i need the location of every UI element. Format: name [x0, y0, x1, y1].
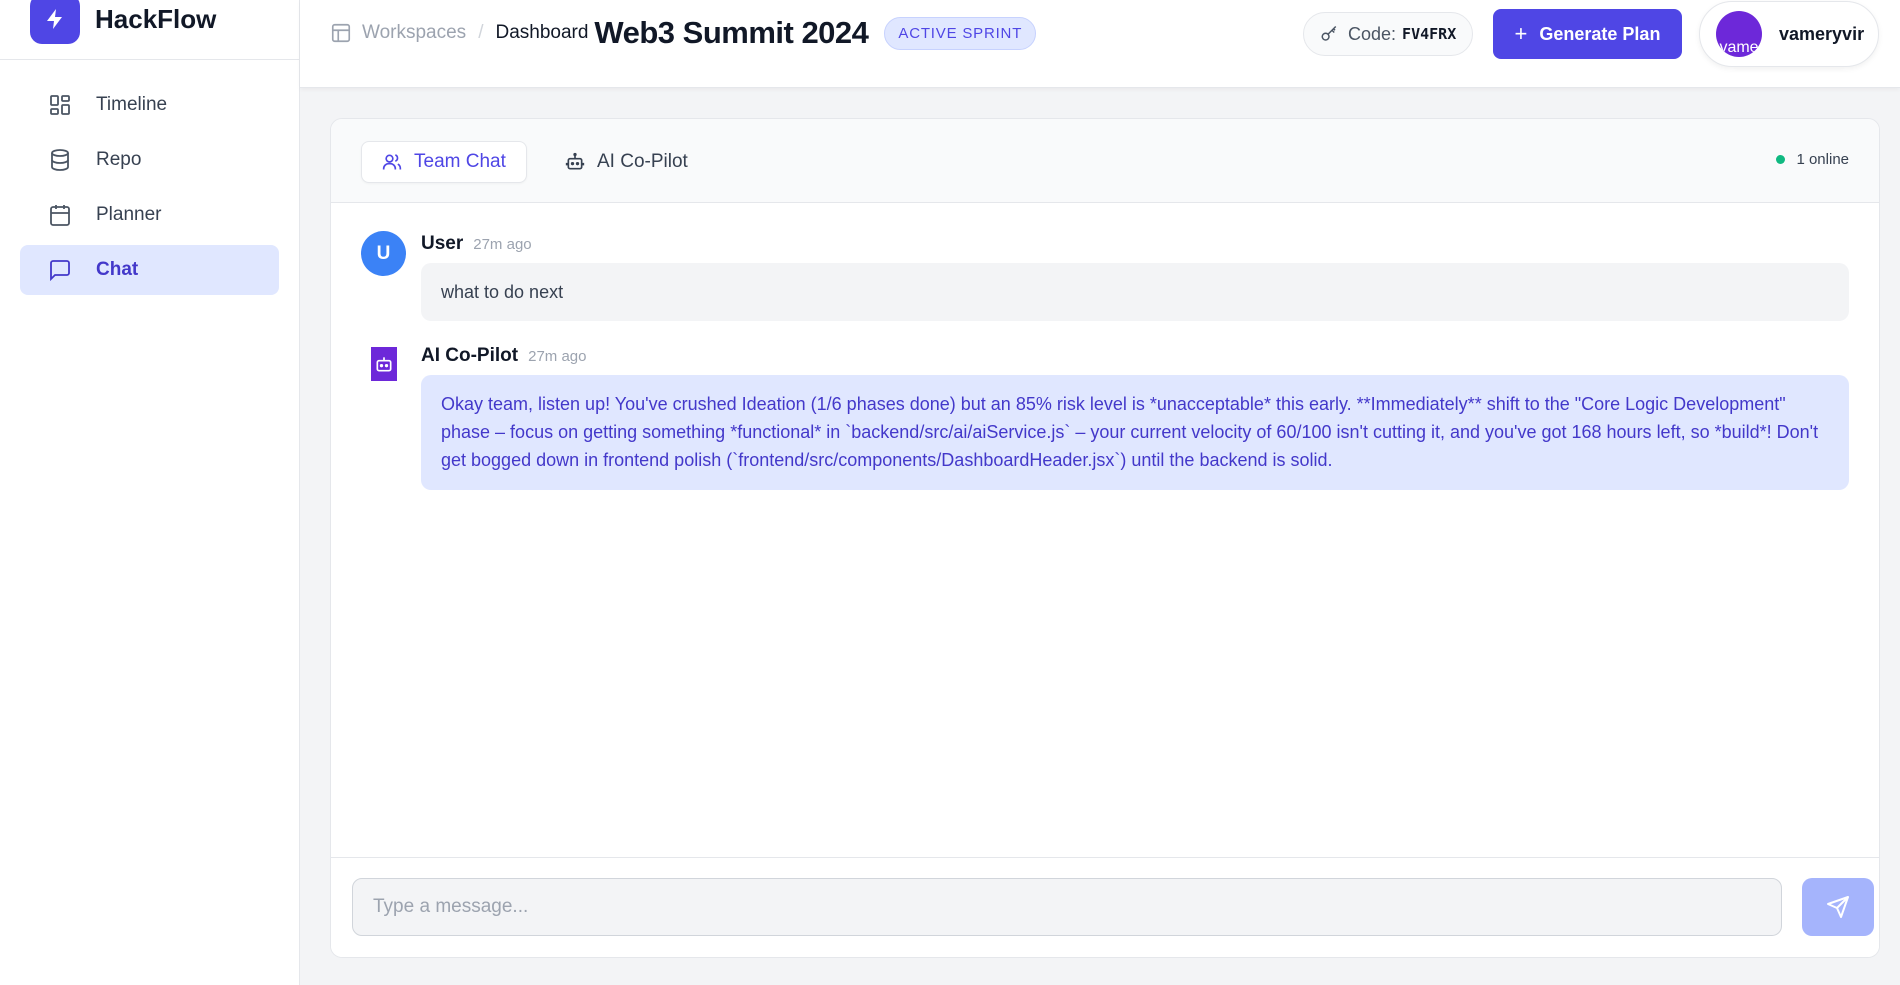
- bot-icon: [565, 152, 585, 172]
- layout-icon: [330, 22, 352, 44]
- message-meta: AI Co-Pilot 27m ago: [421, 345, 586, 367]
- brand: HackFlow: [0, 0, 299, 60]
- page-title: Web3 Summit 2024: [594, 15, 869, 50]
- join-code-pill[interactable]: Code: FV4FRX: [1303, 12, 1474, 56]
- database-icon: [48, 148, 72, 172]
- tab-label: Team Chat: [414, 151, 506, 172]
- chat-panel: Team Chat AI Co-Pilot 1 online U User 27…: [330, 118, 1880, 958]
- message-time: 27m ago: [473, 236, 532, 253]
- grid-icon: [48, 93, 72, 117]
- app-name: HackFlow: [95, 4, 217, 34]
- breadcrumb: Workspaces / Dashboard Web3 Summit 2024 …: [330, 14, 1037, 52]
- sidebar-item-label: Planner: [96, 204, 162, 225]
- message-time: 27m ago: [528, 348, 587, 365]
- chat-icon: [48, 258, 72, 282]
- tab-ai-copilot[interactable]: AI Co-Pilot: [545, 141, 708, 183]
- message-meta: User 27m ago: [421, 233, 532, 255]
- chat-tabs-bar: Team Chat AI Co-Pilot 1 online: [331, 119, 1879, 203]
- online-dot-icon: [1776, 155, 1786, 164]
- code-value: FV4FRX: [1402, 25, 1457, 43]
- breadcrumb-separator: /: [478, 22, 484, 43]
- user-name: vameryvir: [1779, 23, 1865, 44]
- message-author: User: [421, 233, 464, 254]
- users-icon: [382, 152, 402, 172]
- sidebar-item-label: Chat: [96, 259, 139, 280]
- status-badge: ACTIVE SPRINT: [884, 16, 1037, 50]
- avatar: vame: [1716, 11, 1762, 57]
- online-count: 1 online: [1796, 151, 1849, 168]
- send-button[interactable]: [1802, 878, 1874, 936]
- bot-avatar-icon: [371, 347, 397, 381]
- sidebar-item-label: Repo: [96, 149, 142, 170]
- tab-team-chat[interactable]: Team Chat: [361, 141, 527, 183]
- lightning-logo-icon: [30, 0, 80, 44]
- send-icon: [1827, 896, 1849, 918]
- code-label: Code:: [1348, 23, 1397, 44]
- plus-icon: +: [1514, 21, 1528, 46]
- message-input[interactable]: [352, 878, 1782, 936]
- sidebar-item-label: Timeline: [96, 94, 168, 115]
- message-author: AI Co-Pilot: [421, 345, 519, 366]
- sidebar-item-timeline[interactable]: Timeline: [20, 80, 279, 130]
- sidebar-item-chat[interactable]: Chat: [20, 245, 279, 295]
- breadcrumb-workspaces-link[interactable]: Workspaces: [362, 22, 466, 44]
- message-item: U User 27m ago what to do next: [361, 231, 1849, 323]
- sidebar: HackFlow Timeline Repo Planner Chat: [0, 0, 300, 985]
- message-bubble: Okay team, listen up! You've crushed Ide…: [421, 375, 1849, 490]
- avatar: U: [361, 231, 406, 276]
- key-icon: [1320, 25, 1338, 43]
- calendar-icon: [48, 203, 72, 227]
- tab-label: AI Co-Pilot: [597, 151, 688, 172]
- message-bubble: what to do next: [421, 263, 1849, 321]
- sidebar-item-planner[interactable]: Planner: [20, 190, 279, 240]
- top-header: Workspaces / Dashboard Web3 Summit 2024 …: [300, 0, 1900, 88]
- message-composer: [331, 857, 1879, 957]
- online-status: 1 online: [1776, 151, 1849, 168]
- sidebar-item-repo[interactable]: Repo: [20, 135, 279, 185]
- generate-plan-button[interactable]: + Generate Plan: [1493, 9, 1682, 59]
- generate-plan-label: Generate Plan: [1539, 23, 1661, 44]
- breadcrumb-current: Dashboard: [495, 22, 589, 43]
- user-menu[interactable]: vame vameryvir: [1699, 1, 1879, 67]
- sidebar-nav: Timeline Repo Planner Chat: [0, 60, 299, 320]
- message-list: U User 27m ago what to do next AI Co-Pil…: [331, 203, 1879, 875]
